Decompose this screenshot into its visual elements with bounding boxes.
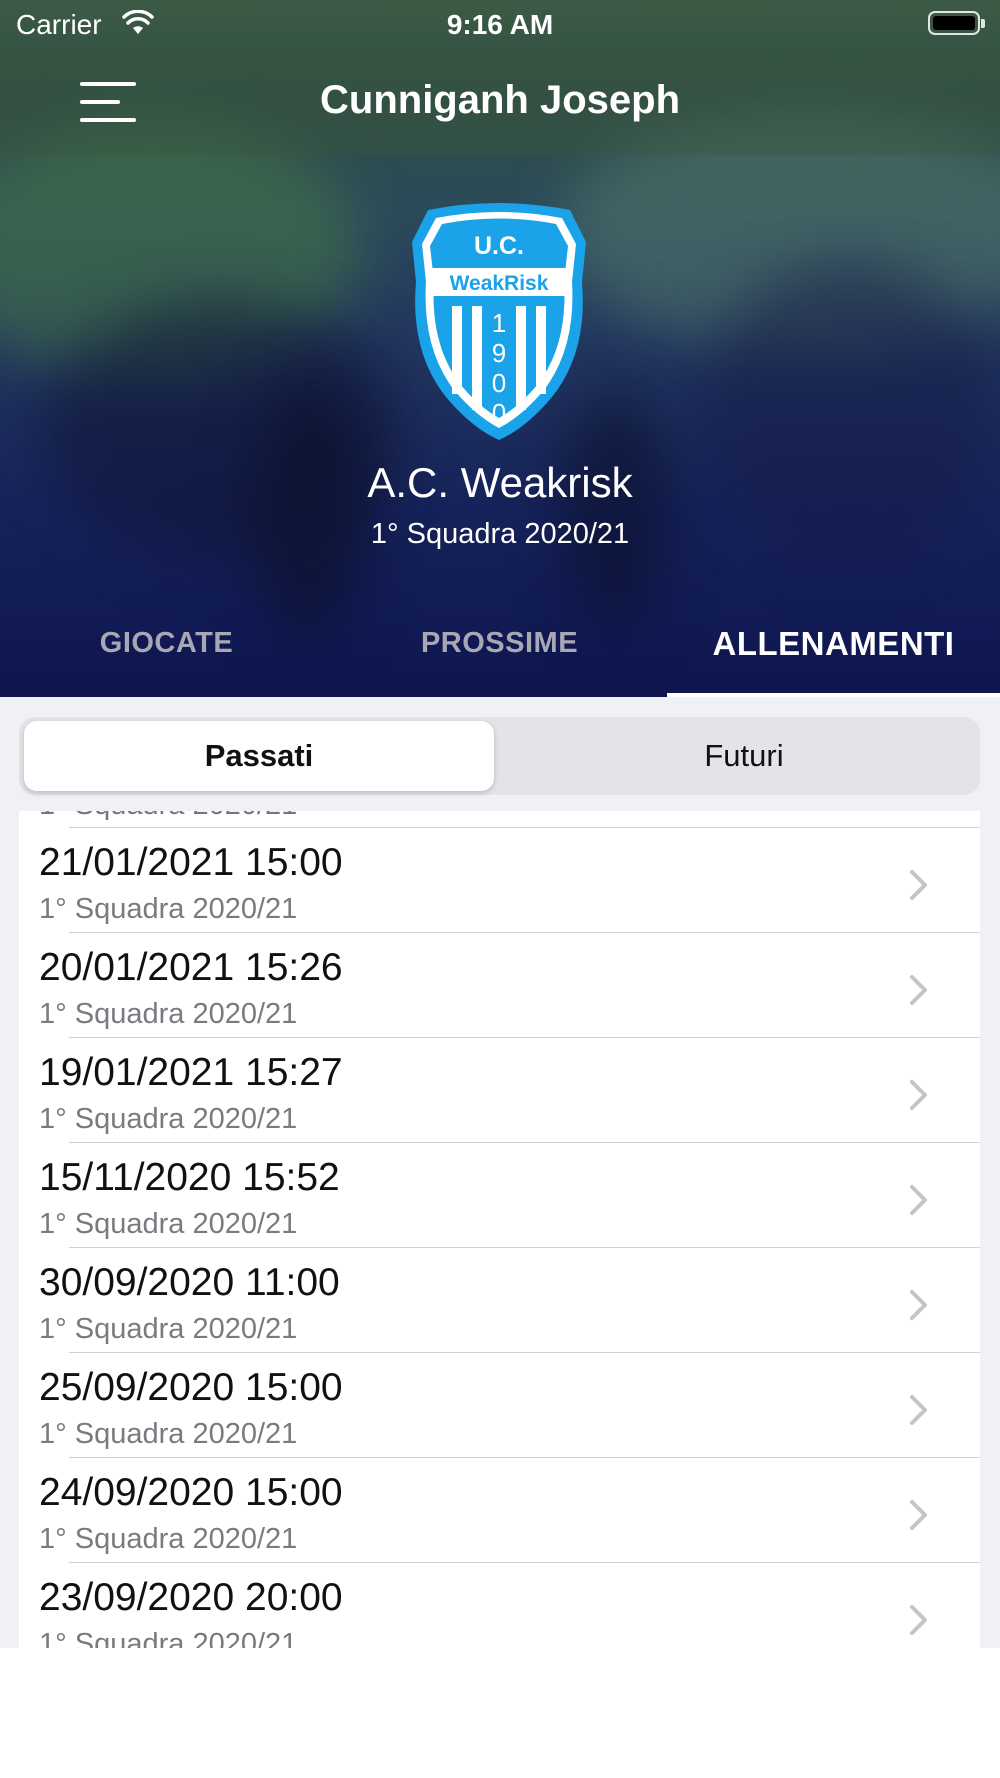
tab-prossime[interactable]: PROSSIME: [333, 627, 666, 660]
status-bar: Carrier 9:16 AM: [0, 0, 1000, 52]
training-datetime: 23/09/2020 20:00: [39, 1576, 343, 1619]
training-datetime: 19/01/2021 15:27: [39, 1051, 343, 1094]
list-item[interactable]: 20/01/2021 15:26 1° Squadra 2020/21: [19, 933, 980, 1038]
training-team: 1° Squadra 2020/21: [39, 1103, 298, 1135]
crest-year-digit: 1: [492, 308, 506, 338]
training-datetime: 20/01/2021 15:26: [39, 946, 343, 989]
segment-passati[interactable]: Passati: [24, 721, 494, 791]
training-team: 1° Squadra 2020/21: [39, 1628, 298, 1648]
training-team: 1° Squadra 2020/21: [39, 1523, 298, 1555]
training-datetime: 25/09/2020 15:00: [39, 1366, 343, 1409]
status-time: 9:16 AM: [446, 9, 554, 40]
crest-year-digit: 9: [492, 338, 506, 368]
list-item[interactable]: 21/01/2021 15:00 1° Squadra 2020/21: [19, 828, 980, 933]
chevron-right-icon: [910, 1080, 927, 1110]
content-area: Passati Futuri 1° Squadra 2020/21 21/01/…: [0, 697, 1000, 1648]
crest-year-digit: 0: [492, 368, 506, 398]
chevron-right-icon: [910, 1185, 927, 1215]
team-name: A.C. Weakrisk: [367, 459, 633, 506]
training-team: 1° Squadra 2020/21: [39, 998, 298, 1030]
training-datetime: 15/11/2020 15:52: [39, 1156, 340, 1199]
chevron-right-icon: [910, 1500, 927, 1530]
training-team: 1° Squadra 2020/21: [39, 1313, 298, 1345]
crest-year-digit: 0: [492, 398, 506, 428]
training-list[interactable]: 1° Squadra 2020/21 21/01/2021 15:00 1° Sq…: [19, 811, 980, 1648]
list-item[interactable]: 30/09/2020 11:00 1° Squadra 2020/21: [19, 1248, 980, 1353]
tab-giocate[interactable]: GIOCATE: [0, 627, 333, 660]
training-team: 1° Squadra 2020/21: [39, 1208, 298, 1240]
navigation-bar: Cunniganh Joseph: [0, 52, 1000, 155]
list-item[interactable]: 25/09/2020 15:00 1° Squadra 2020/21: [19, 1353, 980, 1458]
list-item[interactable]: 24/09/2020 15:00 1° Squadra 2020/21: [19, 1458, 980, 1563]
chevron-right-icon: [910, 1290, 927, 1320]
training-datetime: 30/09/2020 11:00: [39, 1261, 340, 1304]
list-item[interactable]: 15/11/2020 15:52 1° Squadra 2020/21: [19, 1143, 980, 1248]
chevron-right-icon: [910, 1605, 927, 1635]
training-team: 1° Squadra 2020/21: [39, 893, 298, 925]
crest-top-text: U.C.: [474, 232, 524, 260]
crest-band-text: WeakRisk: [450, 272, 549, 295]
chevron-right-icon: [910, 975, 927, 1005]
segmented-control: Passati Futuri: [19, 717, 980, 795]
list-item[interactable]: 23/09/2020 20:00 1° Squadra 2020/21: [19, 1563, 980, 1648]
battery-icon: [928, 11, 985, 35]
chevron-right-icon: [910, 870, 927, 900]
chevron-right-icon: [910, 1395, 927, 1425]
segment-futuri[interactable]: Futuri: [509, 721, 979, 791]
list-item[interactable]: 19/01/2021 15:27 1° Squadra 2020/21: [19, 1038, 980, 1143]
training-team: 1° Squadra 2020/21: [39, 1418, 298, 1450]
list-item-partial: 1° Squadra 2020/21: [19, 811, 980, 828]
training-datetime: 24/09/2020 15:00: [39, 1471, 343, 1514]
training-datetime: 21/01/2021 15:00: [39, 841, 343, 884]
club-crest-icon: U.C. WeakRisk 1 9 0 0: [412, 203, 586, 440]
team-subtitle: 1° Squadra 2020/21: [370, 518, 630, 550]
tab-allenamenti[interactable]: ALLENAMENTI: [667, 625, 1000, 663]
nav-title: Cunniganh Joseph: [320, 78, 680, 122]
list-item-partial-subtitle: 1° Squadra 2020/21: [39, 811, 297, 822]
